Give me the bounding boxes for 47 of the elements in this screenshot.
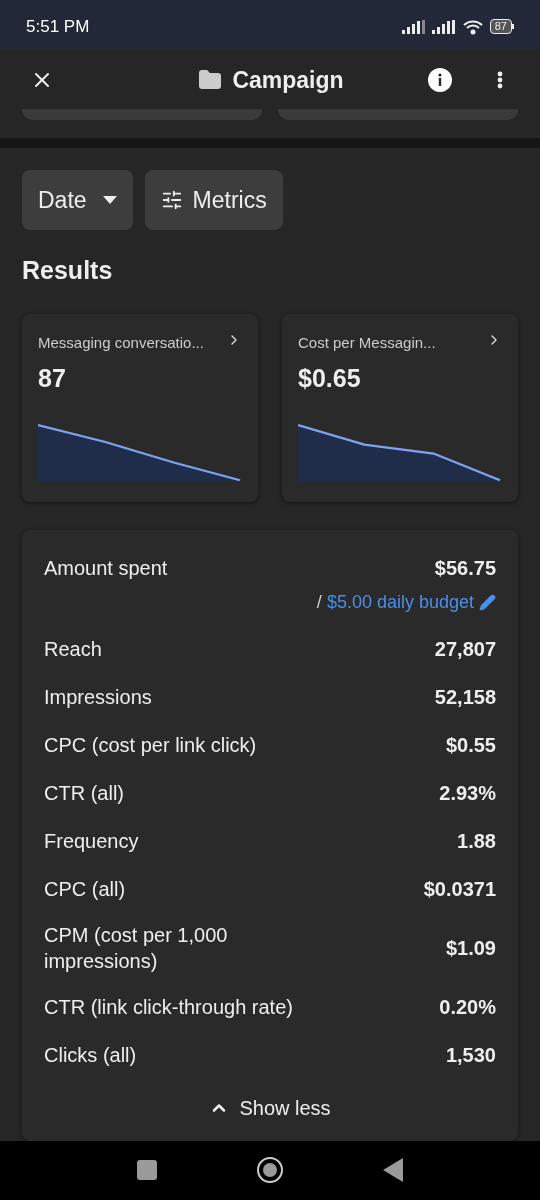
metric-value: $0.0371 (423, 876, 496, 902)
metric-value: $1.09 (445, 935, 496, 961)
metric-label: CPM (cost per 1,000 impressions) (44, 922, 229, 974)
metric-label: CTR (link click-through rate) (44, 994, 293, 1020)
metric-value: 52,158 (434, 684, 496, 710)
caret-icon (102, 196, 117, 205)
metric-label: Clicks (all) (44, 1042, 137, 1068)
info-icon (428, 68, 452, 93)
metric-label: Reach (44, 636, 102, 662)
status-time: 5:51 PM (26, 16, 90, 39)
metric-card[interactable]: Messaging conversatio... 87 (22, 313, 258, 502)
metric-value: 1.88 (457, 828, 496, 854)
recents-button[interactable] (137, 1160, 157, 1181)
metrics-button[interactable]: Metrics (144, 170, 283, 231)
metric-label: CTR (all) (44, 780, 124, 806)
metric-value: 1,530 (445, 1042, 496, 1068)
show-less-button[interactable]: Show less (209, 1092, 331, 1123)
battery-icon: 87 (489, 19, 514, 35)
card-label: Messaging conversatio... (38, 332, 204, 353)
card-value: 87 (38, 363, 67, 395)
date-dropdown[interactable]: Date (22, 170, 133, 231)
card-label: Cost per Messagin... (298, 332, 436, 353)
metric-label: CPC (cost per link click) (44, 732, 257, 758)
daily-budget-link[interactable]: $5.00 daily budget (326, 588, 474, 616)
home-button[interactable] (257, 1157, 283, 1184)
card-value: $0.65 (298, 363, 362, 395)
metric-card[interactable]: Cost per Messagin... $0.65 (282, 313, 518, 502)
sliders-icon (160, 189, 183, 212)
metric-value: 2.93% (439, 780, 496, 806)
metric-value: 0.20% (439, 994, 496, 1020)
page-title: Campaign (232, 66, 344, 96)
more-icon (497, 71, 503, 90)
metric-value: 27,807 (434, 636, 496, 662)
metric-label: Impressions (44, 684, 152, 710)
metric-value: $0.55 (445, 732, 496, 758)
wifi-icon (461, 18, 484, 35)
section-title: Results (22, 255, 114, 287)
metric-label: CPC (all) (44, 876, 126, 902)
signal-icon (401, 19, 426, 34)
metric-label: Amount spent (44, 555, 168, 581)
back-icon[interactable] (383, 1158, 403, 1183)
edit-icon[interactable] (479, 593, 496, 611)
budget-separator: / (316, 590, 322, 614)
metric-label: Frequency (44, 828, 139, 854)
metric-value: $56.75 (434, 555, 496, 581)
signal-icon (431, 19, 456, 34)
info-button[interactable] (428, 68, 452, 93)
